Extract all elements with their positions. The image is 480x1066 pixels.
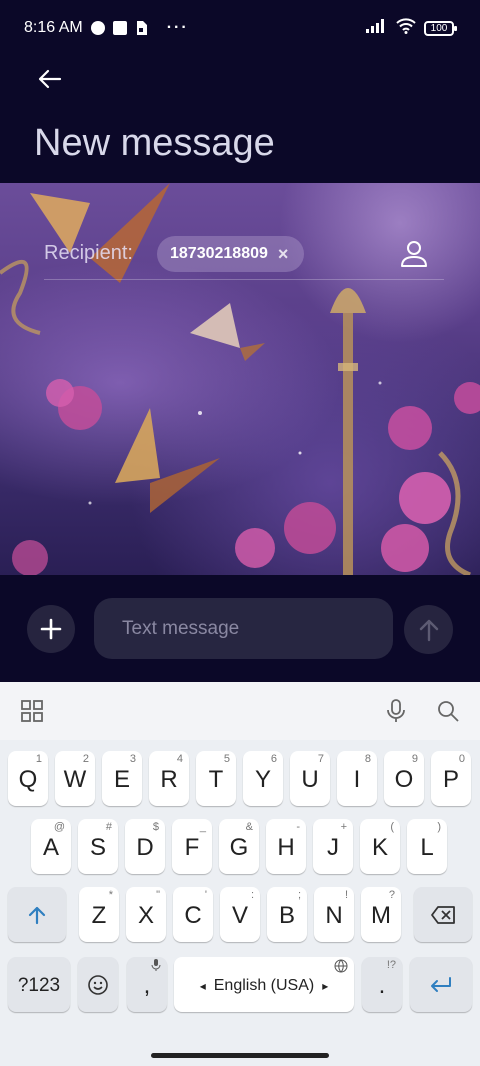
key-b[interactable]: ; B: [267, 887, 307, 942]
arrow-up-icon: [419, 619, 438, 641]
wifi-icon: [396, 17, 416, 39]
language-prev-icon: ◂: [199, 978, 206, 993]
status-bar: 8:16 AM ··· 100: [0, 0, 480, 56]
contacts-button[interactable]: [398, 238, 430, 270]
square-icon: [112, 21, 127, 35]
period-key[interactable]: !? .: [362, 957, 402, 1012]
key-e[interactable]: 3E: [102, 751, 142, 806]
recipient-label: Recipient:: [44, 242, 133, 264]
backspace-icon: [431, 905, 455, 924]
notification-icon: [90, 21, 105, 35]
key-m[interactable]: ? M: [361, 887, 401, 942]
key-q[interactable]: 1Q: [8, 751, 48, 806]
key-l[interactable]: ) L: [407, 819, 447, 874]
keyboard-toolbar: [0, 682, 480, 740]
key-d[interactable]: $ D: [125, 819, 165, 874]
key-s[interactable]: # S: [78, 819, 118, 874]
remove-recipient-icon[interactable]: ×: [278, 245, 292, 263]
key-v[interactable]: :V: [220, 887, 260, 942]
key-j[interactable]: + J: [313, 819, 353, 874]
key-i[interactable]: 8I: [337, 751, 377, 806]
enter-key[interactable]: [410, 957, 472, 1012]
key-h[interactable]: -H: [266, 819, 306, 874]
key-x[interactable]: " X: [126, 887, 166, 942]
arrow-left-icon: [38, 69, 62, 89]
key-n[interactable]: ! N: [314, 887, 354, 942]
recipient-row[interactable]: Recipient: 18730218809 ×: [44, 236, 444, 280]
recipient-number: 18730218809: [170, 245, 268, 262]
person-icon: [401, 241, 427, 267]
backspace-key[interactable]: [414, 887, 472, 942]
text-message-input[interactable]: [94, 598, 393, 659]
globe-icon: [334, 959, 348, 976]
more-notifications: ···: [166, 19, 189, 36]
search-icon[interactable]: [435, 698, 461, 724]
recipient-chip[interactable]: 18730218809 ×: [157, 236, 304, 272]
shift-arrow-icon: [28, 906, 46, 924]
key-p[interactable]: 0P: [431, 751, 471, 806]
shift-key[interactable]: [8, 887, 66, 942]
status-time: 8:16 AM: [24, 19, 83, 36]
language-next-icon: ▸: [322, 978, 329, 993]
send-button[interactable]: [404, 605, 453, 654]
emoji-icon: [88, 974, 108, 995]
page-title: New message: [34, 122, 275, 164]
keyboard: 1Q2W3E4R5T6Y7U8I9O0P @ A # S $ D _ F & G - H + J(K) L …: [0, 682, 480, 1066]
plus-icon: [40, 618, 62, 640]
key-c[interactable]: ' C: [173, 887, 213, 942]
home-indicator[interactable]: [151, 1053, 329, 1058]
key-o[interactable]: 9O: [384, 751, 424, 806]
space-key[interactable]: ◂ English (USA) ▸: [174, 957, 354, 1012]
key-k[interactable]: (K: [360, 819, 400, 874]
voice-hint-icon: [151, 959, 161, 974]
emoji-key[interactable]: [78, 957, 118, 1012]
key-z[interactable]: * Z: [79, 887, 119, 942]
symbols-key[interactable]: ?123: [8, 957, 70, 1012]
signal-icon: [366, 18, 388, 38]
enter-icon: [431, 976, 451, 992]
key-a[interactable]: @ A: [31, 819, 71, 874]
battery-icon: 100: [424, 20, 457, 36]
microphone-icon[interactable]: [383, 698, 409, 724]
space-key-label: English (USA): [213, 976, 315, 994]
key-w[interactable]: 2W: [55, 751, 95, 806]
key-r[interactable]: 4R: [149, 751, 189, 806]
key-f[interactable]: _ F: [172, 819, 212, 874]
back-button[interactable]: [32, 62, 68, 98]
comma-key[interactable]: ,: [127, 957, 167, 1012]
attach-button[interactable]: [27, 605, 75, 653]
key-g[interactable]: & G: [219, 819, 259, 874]
key-y[interactable]: 6Y: [243, 751, 283, 806]
key-u[interactable]: 7U: [290, 751, 330, 806]
key-t[interactable]: 5T: [196, 751, 236, 806]
grid-icon[interactable]: [19, 698, 45, 724]
sim-icon: [135, 21, 149, 35]
